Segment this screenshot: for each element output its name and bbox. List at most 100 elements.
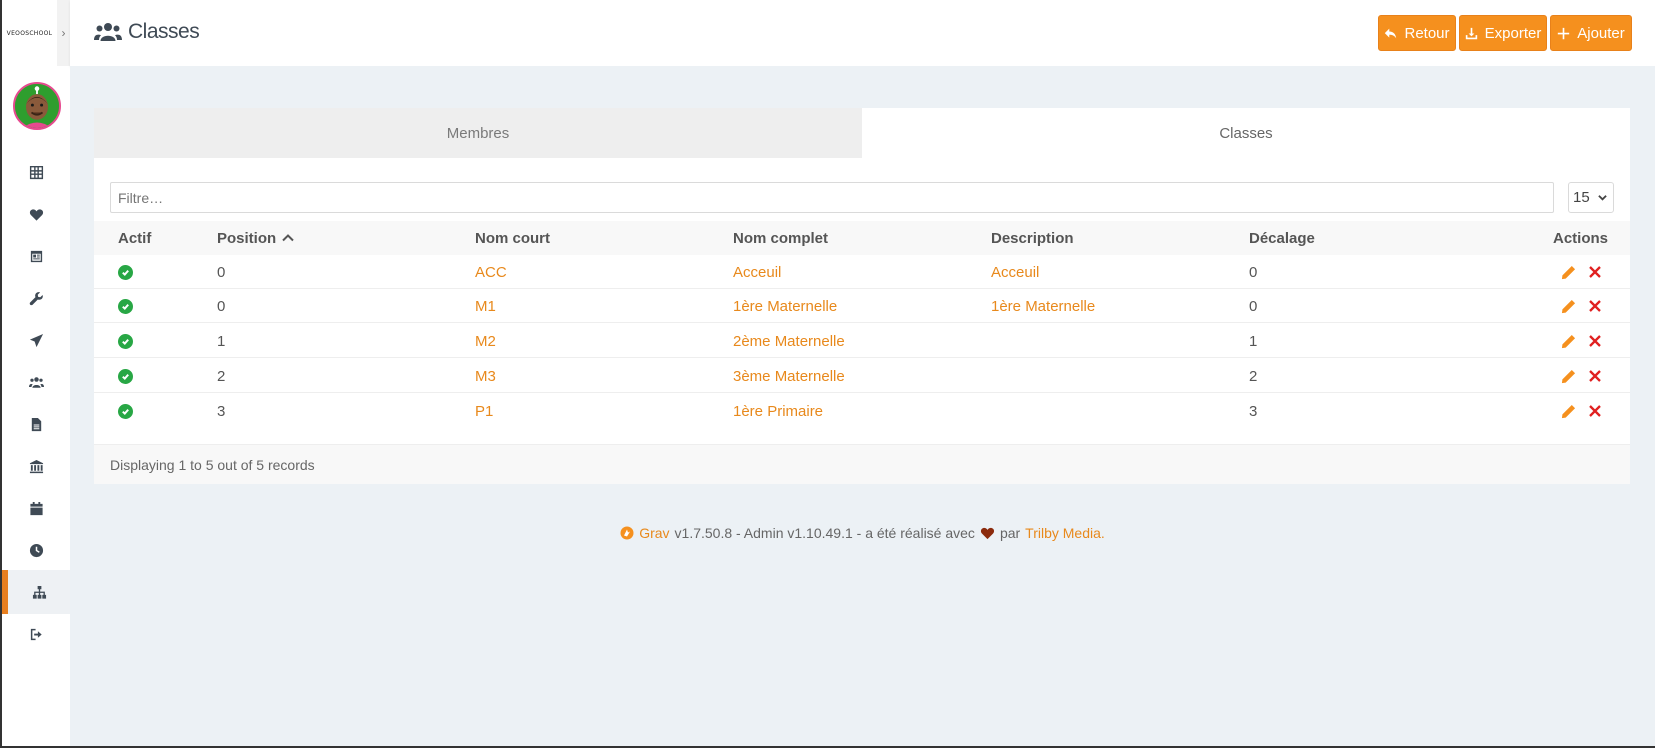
edit-pencil-icon[interactable] [1561, 299, 1576, 314]
paper-plane-icon [29, 333, 43, 347]
grav-link[interactable]: Grav [639, 525, 669, 541]
column-header-nom-complet[interactable]: Nom complet [733, 221, 828, 255]
table-header: Actif Position Nom court Nom complet Des… [94, 221, 1630, 255]
column-header-actif[interactable]: Actif [118, 221, 151, 255]
cell-nom-complet-link[interactable]: 1ère Maternelle [733, 289, 837, 323]
sidebar-item-messages[interactable] [2, 318, 70, 362]
sort-ascending-icon [282, 234, 294, 242]
column-header-decalage-label: Décalage [1249, 229, 1315, 247]
cell-position: 0 [217, 297, 226, 315]
edit-pencil-icon[interactable] [1561, 334, 1576, 349]
filter-input[interactable] [110, 182, 1554, 213]
add-button[interactable]: Ajouter [1550, 15, 1632, 51]
table-row: 2 M3 3ème Maternelle 2 [94, 359, 1630, 393]
tab-bar: Membres Classes [94, 108, 1630, 158]
heart-icon [980, 527, 994, 540]
cell-nom-court-link[interactable]: P1 [475, 394, 493, 428]
per-page-select[interactable]: 15 [1568, 182, 1614, 213]
sidebar-item-news[interactable] [2, 234, 70, 278]
close-icon [1589, 300, 1601, 312]
back-button[interactable]: Retour [1378, 15, 1456, 51]
active-check-icon[interactable] [118, 299, 133, 314]
plus-icon [1558, 27, 1570, 39]
tab-classes[interactable]: Classes [862, 108, 1630, 158]
sitemap-icon [32, 585, 46, 599]
column-header-description[interactable]: Description [991, 221, 1074, 255]
delete-x-icon[interactable] [1588, 265, 1603, 280]
cell-position: 2 [217, 367, 226, 385]
sidebar-item-classes[interactable] [2, 570, 70, 614]
cell-nom-complet-link[interactable]: Acceuil [733, 255, 781, 289]
brand-logo-text: VEOOSCHOOL [6, 29, 53, 37]
cell-nom-complet-link[interactable]: 1ère Primaire [733, 394, 823, 428]
download-icon [1465, 27, 1477, 39]
column-header-decalage[interactable]: Décalage [1249, 221, 1315, 255]
cell-position: 0 [217, 263, 226, 281]
delete-x-icon[interactable] [1588, 299, 1603, 314]
column-header-description-label: Description [991, 229, 1074, 247]
checkmark-icon [122, 304, 129, 310]
page-title-text: Classes [128, 20, 200, 43]
active-check-icon[interactable] [118, 265, 133, 280]
trilby-media-group: Trilby Media. [1025, 525, 1105, 541]
active-check-icon[interactable] [118, 334, 133, 349]
cell-decalage: 0 [1249, 263, 1258, 281]
delete-x-icon[interactable] [1588, 369, 1603, 384]
tab-members[interactable]: Membres [94, 108, 862, 158]
sidebar-toggle-button[interactable]: › [57, 0, 70, 66]
table-footer: Displaying 1 to 5 out of 5 records [94, 444, 1630, 484]
tab-members-label: Membres [446, 124, 510, 142]
avatar[interactable] [13, 82, 61, 130]
cell-nom-court-link[interactable]: M1 [475, 289, 496, 323]
pencil-icon [1561, 404, 1576, 419]
table-row: 3 P1 1ère Primaire 3 [94, 394, 1630, 428]
brand-logo[interactable]: VEOOSCHOOL [2, 0, 57, 66]
pencil-icon [1561, 369, 1576, 384]
chevron-right-icon: › [61, 26, 66, 40]
dashboard-grid-icon [29, 165, 43, 179]
topbar: Classes Retour Exporter Ajouter [70, 0, 1655, 66]
column-header-position[interactable]: Position [217, 221, 294, 255]
edit-pencil-icon[interactable] [1561, 265, 1576, 280]
active-check-icon[interactable] [118, 404, 133, 419]
export-button[interactable]: Exporter [1459, 15, 1547, 51]
cell-nom-court-link[interactable]: M2 [475, 324, 496, 358]
footer-version-text: v1.7.50.8 - Admin v1.10.49.1 - a été réa… [674, 525, 975, 541]
active-check-icon[interactable] [118, 369, 133, 384]
edit-pencil-icon[interactable] [1561, 369, 1576, 384]
chevron-down-icon [1597, 195, 1607, 201]
cell-description-link[interactable]: 1ère Maternelle [991, 289, 1095, 323]
delete-x-icon[interactable] [1588, 404, 1603, 419]
sidebar-item-dashboard[interactable] [2, 150, 70, 194]
checkmark-icon [122, 374, 129, 380]
sidebar-item-tools[interactable] [2, 276, 70, 320]
footer-period: . [1100, 525, 1105, 541]
trilby-media-link[interactable]: Trilby Media [1025, 525, 1101, 541]
sidebar-item-history[interactable] [2, 528, 70, 572]
sidebar-item-users[interactable] [2, 360, 70, 404]
sidebar-item-logout[interactable] [2, 612, 70, 656]
sidebar-item-favorites[interactable] [2, 192, 70, 236]
logout-icon [30, 628, 42, 640]
delete-x-icon[interactable] [1588, 334, 1603, 349]
grav-logo-icon [620, 526, 634, 540]
sidebar-item-pages[interactable] [2, 402, 70, 446]
sidebar-item-institution[interactable] [2, 444, 70, 488]
close-icon [1589, 266, 1601, 278]
cell-nom-complet-link[interactable]: 2ème Maternelle [733, 324, 845, 358]
cell-description-link[interactable]: Acceuil [991, 255, 1039, 289]
table-row: 0 M1 1ère Maternelle 1ère Maternelle 0 [94, 289, 1630, 323]
avatar-image [15, 84, 59, 128]
cell-nom-court-link[interactable]: ACC [475, 255, 507, 289]
edit-pencil-icon[interactable] [1561, 404, 1576, 419]
column-header-nom-complet-label: Nom complet [733, 229, 829, 247]
column-header-nom-court[interactable]: Nom court [475, 221, 550, 255]
cell-nom-court-link[interactable]: M3 [475, 359, 496, 393]
main-content: Membres Classes 15 Actif Position Nom co… [70, 66, 1655, 746]
sidebar-item-calendar[interactable] [2, 486, 70, 530]
clock-icon [29, 543, 43, 557]
calendar-icon [29, 501, 43, 515]
cell-nom-complet-link[interactable]: 3ème Maternelle [733, 359, 845, 393]
cell-position: 3 [217, 402, 226, 420]
export-button-label: Exporter [1484, 24, 1542, 42]
